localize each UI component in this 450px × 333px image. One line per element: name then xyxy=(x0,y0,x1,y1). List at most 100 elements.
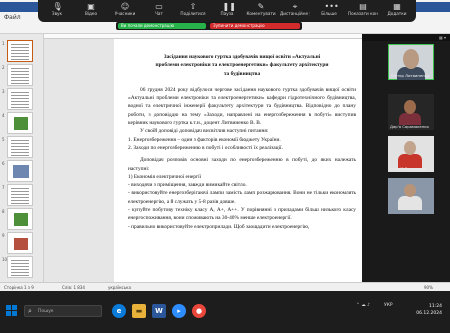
thumbnail-number: 3 xyxy=(2,89,5,94)
share-banner: Ви почали демонстрацію Зупинити демонстр… xyxy=(116,22,302,30)
page-thumbnail[interactable]: 1 xyxy=(2,40,33,62)
page-thumbnail[interactable]: 7 xyxy=(2,184,33,206)
video-camera-button[interactable]: ▣ Відео xyxy=(76,1,106,21)
document-page[interactable]: Засідання наукового гуртка здобувачів ви… xyxy=(114,39,362,282)
participant-video xyxy=(404,100,416,114)
list-item-2: 2. Заходи по енергозбереженню в побуті і… xyxy=(128,144,283,151)
toolbar-label: Коментувати xyxy=(246,11,276,16)
windows-start-icon[interactable] xyxy=(6,305,18,317)
page-thumbnail[interactable]: 6 xyxy=(2,160,33,182)
title-line-2: проблеми електроніки та електроенергетик… xyxy=(155,62,329,69)
word-icon[interactable]: W xyxy=(152,304,166,318)
share-screen-button[interactable]: ⇧ Поділитися xyxy=(178,1,208,21)
participant-tile[interactable]: Віктор Литвиненко xyxy=(388,44,434,80)
page-thumbnail[interactable]: 5 xyxy=(2,136,33,158)
sub-item-1d: - правильно використовуйте електроприлад… xyxy=(128,223,310,230)
participant-name: Віктор Литвиненко xyxy=(391,73,430,78)
video-camera-icon: ▣ xyxy=(87,2,95,11)
zoom-icon[interactable]: ▸ xyxy=(172,304,186,318)
participant-video xyxy=(404,141,416,155)
more-button[interactable]: ••• Більше xyxy=(314,1,344,21)
chat-button[interactable]: ▭ Чат xyxy=(144,1,174,21)
clock-date: 06.12.2024 xyxy=(416,311,442,316)
apps-button[interactable]: ▦ Додатки xyxy=(382,1,412,21)
participants-button[interactable]: ☺ Учасники xyxy=(110,1,140,21)
page-thumbnail-pane: 1 2 3 4 5 6 7 8 9 10 xyxy=(0,34,44,282)
clock-time: 11:24 xyxy=(429,304,442,309)
page-thumbnail[interactable]: 4 xyxy=(2,112,33,134)
thumbnail-number: 7 xyxy=(2,185,5,190)
show-conference-icon: ▤ xyxy=(359,2,367,11)
participant-tile[interactable]: Дар'я Сарамакенко xyxy=(388,94,434,130)
search-placeholder: Пошук xyxy=(38,309,54,314)
thumbnail-image xyxy=(14,117,28,130)
microphone-button[interactable]: 🎙 Звук xyxy=(42,1,72,21)
thumbnail-number: 10 xyxy=(2,257,8,262)
sub-heading-1: 1) Економія електричної енергії xyxy=(128,173,202,180)
share-screen-icon: ⇧ xyxy=(189,2,197,11)
participants-icon: ☺ xyxy=(120,2,130,11)
edge-icon[interactable]: e xyxy=(112,304,126,318)
page-thumbnail[interactable]: 8 xyxy=(2,208,33,230)
thumbnail-number: 8 xyxy=(2,209,5,214)
participant-name: Дар'я Сарамакенко xyxy=(390,124,429,129)
toolbar-label: Відео xyxy=(84,11,98,16)
zoom-meeting-toolbar: 🎙 Звук ▣ Відео ☺ Учасники ▭ Чат ⇧ Поділитися ❚❚ Пау… xyxy=(38,0,416,22)
participant-tile[interactable]: Андрій Вольський xyxy=(388,136,434,172)
file-tab[interactable]: Файл xyxy=(4,14,21,21)
paragraph-2: Доповідач розповів основні заходи по ене… xyxy=(128,157,356,172)
chrome-icon[interactable]: ● xyxy=(192,304,206,318)
gallery-header: ▦ ▾ xyxy=(362,34,450,41)
paragraph-1: 06 грудня 2024 року відбулося чергове за… xyxy=(128,86,356,127)
show-conference-button[interactable]: ▤Показати конференцію xyxy=(348,1,378,21)
keyboard-language[interactable]: УКР xyxy=(384,303,393,308)
page-thumbnail[interactable]: 2 xyxy=(2,64,33,86)
thumbnail-number: 6 xyxy=(2,161,5,166)
document-canvas: Засідання наукового гуртка здобувачів ви… xyxy=(44,34,362,282)
page-thumbnail[interactable]: 9 xyxy=(2,232,33,254)
annotate-icon: ✎ xyxy=(257,2,265,11)
participant-gallery: ▦ ▾ Віктор Литвиненко Дар'я Сарамакенко Ан… xyxy=(362,34,450,282)
toolbar-label: Показати конференцію xyxy=(348,11,378,16)
apps-icon: ▦ xyxy=(393,2,401,11)
page-thumbnail[interactable]: 3 xyxy=(2,88,33,110)
search-icon: ⌕ xyxy=(28,307,32,315)
stop-share-button[interactable]: Зупинити демонстрацію xyxy=(210,23,300,29)
annotate-button[interactable]: ✎ Коментувати xyxy=(246,1,276,21)
chat-icon: ▭ xyxy=(155,2,163,11)
thumbnail-number: 9 xyxy=(2,233,5,238)
paragraph-intro-list: У своїй доповіді доповідач висвітлив нас… xyxy=(140,128,269,135)
remote-control-icon: ⌖ xyxy=(292,2,298,11)
word-count: Слів: 1 834 xyxy=(62,285,85,290)
thumbnail-number: 1 xyxy=(2,41,5,46)
participant-tile[interactable] xyxy=(388,178,434,214)
toolbar-label: Звук xyxy=(51,11,63,16)
remote-control-button[interactable]: ⌖Дистанційне управління xyxy=(280,1,310,21)
participant-video xyxy=(403,49,419,69)
page-thumbnail[interactable]: 10 xyxy=(2,256,33,278)
sharing-status-badge: Ви почали демонстрацію xyxy=(118,23,206,29)
document-body: Засідання наукового гуртка здобувачів ви… xyxy=(128,53,356,231)
document-title: Засідання наукового гуртка здобувачів ви… xyxy=(128,53,356,78)
gallery-view-icon[interactable]: ▦ ▾ xyxy=(439,35,446,40)
participant-video xyxy=(404,184,416,197)
windows-taskbar: ⌕ Пошук e ▬ W ▸ ● ⌃ ☁ ♪ УКР 11:24 06.12.… xyxy=(0,291,450,333)
pause-button[interactable]: ❚❚ Пауза xyxy=(212,1,242,21)
pause-icon: ❚❚ xyxy=(222,2,236,11)
toolbar-label: Пауза xyxy=(220,11,234,16)
toolbar-label: Чат xyxy=(155,11,163,16)
explorer-icon[interactable]: ▬ xyxy=(132,304,146,318)
toolbar-label: Дистанційне управління xyxy=(280,11,310,16)
system-clock[interactable]: 11:24 06.12.2024 xyxy=(408,303,442,317)
page-count: Сторінка 1 з 9 xyxy=(4,285,34,290)
toolbar-label: Більше xyxy=(321,11,337,16)
toolbar-label: Поділитися xyxy=(180,11,206,16)
thumbnail-image xyxy=(13,165,29,178)
tray-icons[interactable]: ⌃ ☁ ♪ xyxy=(356,303,370,308)
zoom-level[interactable]: 90% xyxy=(424,285,433,290)
word-status-bar: Сторінка 1 з 9 Слів: 1 834 українська 90… xyxy=(0,282,450,291)
thumbnail-image xyxy=(14,213,28,226)
taskbar-search-input[interactable]: ⌕ Пошук xyxy=(24,305,102,317)
language-indicator[interactable]: українська xyxy=(108,285,131,290)
toolbar-label: Учасники xyxy=(114,11,136,16)
